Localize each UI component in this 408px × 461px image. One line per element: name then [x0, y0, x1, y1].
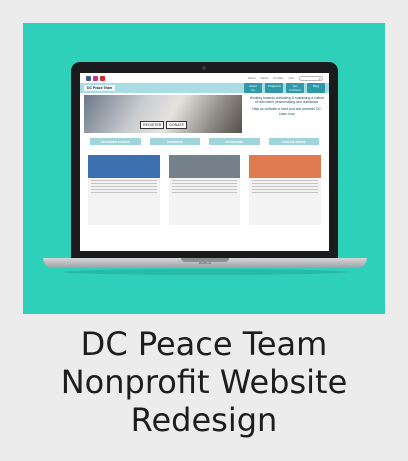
post-card	[168, 155, 241, 225]
nav-get-involved: Get Involved	[286, 83, 304, 93]
post-card	[88, 155, 160, 225]
quick-link-upcoming-events: UPCOMING EVENTS	[90, 138, 141, 145]
top-link-news: News	[260, 76, 269, 80]
search-box: ⌕	[299, 75, 323, 81]
top-link-join: Join	[288, 76, 294, 80]
project-thumbnail[interactable]: About News Contact Join ⌕ DC Peace Team …	[23, 23, 385, 314]
search-icon: ⌕	[318, 75, 321, 81]
quick-links: UPCOMING EVENTS TRAININGS PROGRAMS HOW W…	[80, 138, 329, 145]
quick-link-trainings: TRAININGS	[149, 138, 200, 145]
project-title-line-2: Nonprofit Website	[60, 363, 348, 401]
top-link-contact: Contact	[273, 76, 284, 80]
post-cards	[80, 155, 329, 225]
site-hero: REGISTER DONATE Working towards cultivat…	[80, 94, 329, 134]
nav-blog: Blog	[307, 83, 325, 93]
instagram-icon	[93, 75, 98, 81]
site-navbar: DC Peace Team About Us Programs Get Invo…	[80, 83, 329, 93]
top-link-about: About	[247, 76, 256, 80]
project-title[interactable]: DC Peace Team Nonprofit Website Redesign	[0, 325, 408, 439]
youtube-icon	[100, 75, 105, 81]
site-logo: DC Peace Team	[84, 85, 116, 91]
donate-button: DONATE	[166, 121, 188, 129]
laptop-brand: MacBook	[198, 261, 212, 265]
laptop-base: MacBook	[43, 258, 367, 268]
quick-link-how-we-serve: HOW WE SERVE	[268, 138, 319, 145]
site-topbar: About News Contact Join ⌕	[80, 73, 329, 83]
post-card	[249, 155, 322, 225]
quick-link-programs: PROGRAMS	[209, 138, 260, 145]
post-card-image	[249, 155, 322, 178]
nav-about: About Us	[244, 83, 262, 93]
hero-tagline-1: Working towards cultivating & sustaining…	[249, 96, 325, 105]
register-button: REGISTER	[140, 121, 165, 129]
project-title-line-3: Redesign	[130, 401, 278, 439]
website-screenshot: About News Contact Join ⌕ DC Peace Team …	[80, 73, 329, 251]
nav-programs: Programs	[265, 83, 283, 93]
hero-tagline-2: Help us cultivate a more just and peacef…	[252, 107, 322, 116]
laptop-lid: About News Contact Join ⌕ DC Peace Team …	[71, 62, 338, 259]
project-title-line-1: DC Peace Team	[80, 325, 328, 363]
laptop-shadow	[63, 269, 347, 275]
facebook-icon	[86, 75, 91, 81]
post-card-image	[88, 155, 160, 178]
hero-tagline: Working towards cultivating & sustaining…	[249, 96, 325, 116]
post-card-image	[168, 155, 241, 178]
camera-icon	[202, 66, 206, 70]
